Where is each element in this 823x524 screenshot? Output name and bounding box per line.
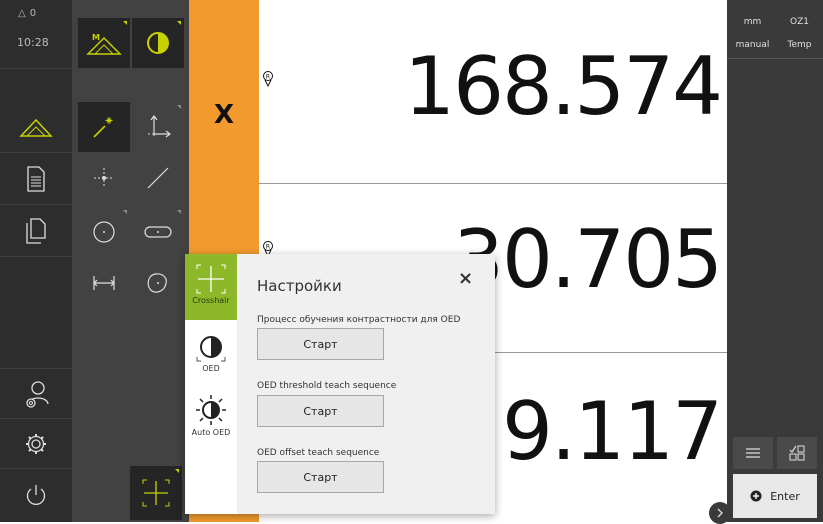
readout-z-value: 9.117 (501, 385, 723, 478)
menu-button[interactable] (733, 437, 773, 469)
contrast-icon (147, 32, 169, 54)
measure-report-button[interactable] (0, 156, 72, 202)
mode-label: Auto OED (191, 428, 231, 437)
enter-label: Enter (770, 489, 800, 503)
point-icon (94, 168, 114, 188)
circle-icon (93, 221, 115, 243)
power-button[interactable] (0, 472, 72, 518)
measurement-mode[interactable]: manual (729, 35, 776, 55)
tool-measure-magic[interactable] (78, 102, 130, 152)
right-status-panel: mm OZ1 manual Temp Enter (727, 0, 823, 522)
file-management-button[interactable] (0, 208, 72, 254)
popup-title: Настройки (257, 277, 342, 295)
user-settings-icon (26, 381, 49, 408)
svg-text:M: M (92, 33, 100, 42)
line-icon (147, 167, 169, 189)
readout-x-value: 168.574 (404, 40, 723, 133)
measure-icon (19, 118, 53, 137)
slot-icon (144, 226, 172, 238)
layout-button[interactable] (777, 437, 817, 469)
readout-divider (259, 183, 727, 184)
tool-measure-circle[interactable] (78, 207, 130, 257)
file-icon (26, 218, 46, 244)
main-sidebar: △ 0 10:28 (0, 0, 72, 522)
auto-oed-icon (196, 395, 226, 425)
temperature-label[interactable]: Temp (776, 35, 823, 55)
distance-icon (93, 276, 115, 290)
tool-measure-line[interactable] (132, 153, 184, 203)
offset-teach-start-button[interactable]: Старт (257, 461, 384, 493)
tool-measure-point[interactable] (78, 153, 130, 203)
mode-oed[interactable]: OED (185, 324, 237, 386)
tool-measure-blob[interactable] (132, 258, 184, 308)
crosshair-icon (196, 264, 226, 294)
manual-measure-icon: M (86, 33, 122, 55)
contrast-teach-start-button[interactable]: Старт (257, 328, 384, 360)
status-warnings: △ 0 (18, 8, 36, 19)
tool-measure-slot[interactable] (132, 207, 184, 257)
settings-popup: Crosshair OED Auto OED Настройки × Проце… (185, 254, 495, 514)
plus-circle-icon (750, 490, 762, 502)
svg-text:R: R (266, 74, 270, 81)
sensor-mode-list: Crosshair OED Auto OED (185, 254, 237, 514)
report-icon (27, 166, 45, 192)
threshold-teach-label: OED threshold teach sequence (257, 381, 397, 391)
measure-menu-button[interactable] (0, 102, 72, 152)
unit-length[interactable]: mm (729, 12, 776, 32)
hamburger-icon (746, 448, 760, 458)
mode-label: OED (202, 364, 220, 373)
selected-sensor-tool[interactable] (130, 466, 182, 520)
tool-measure-reference[interactable] (132, 102, 184, 152)
enter-button[interactable]: Enter (733, 474, 817, 518)
contrast-teach-label: Процесс обучения контрастности для OED (257, 315, 461, 325)
blob-icon (147, 273, 167, 293)
crosshair-icon (142, 479, 170, 507)
tool-measure-distance[interactable] (78, 258, 130, 308)
mode-label: Crosshair (192, 296, 230, 305)
coordinate-axes-icon (148, 115, 171, 138)
clock: 10:28 (17, 36, 49, 49)
reference-point[interactable]: OZ1 (776, 12, 823, 32)
chevron-right-icon (717, 508, 723, 518)
power-icon (26, 485, 46, 506)
tool-oed-mode[interactable] (132, 18, 184, 68)
tool-palette: M (72, 0, 189, 522)
expand-panel-button[interactable] (709, 502, 731, 524)
axis-label-x: X (213, 100, 235, 130)
warning-count: 0 (29, 8, 37, 19)
magic-wand-icon (93, 117, 113, 138)
mode-auto-oed[interactable]: Auto OED (185, 390, 237, 452)
tool-measure-mode[interactable]: M (78, 18, 130, 68)
contrast-icon (196, 336, 226, 362)
warning-triangle-icon: △ (18, 8, 26, 19)
reference-marker-icon: R (263, 71, 273, 88)
settings-button[interactable] (0, 422, 72, 466)
user-login-button[interactable] (0, 372, 72, 418)
gear-icon (26, 434, 46, 454)
layout-icon (789, 445, 805, 461)
close-icon[interactable]: × (458, 268, 473, 289)
svg-text:R: R (266, 244, 270, 251)
mode-crosshair[interactable]: Crosshair (185, 254, 237, 320)
offset-teach-label: OED offset teach sequence (257, 448, 380, 458)
threshold-teach-start-button[interactable]: Старт (257, 395, 384, 427)
